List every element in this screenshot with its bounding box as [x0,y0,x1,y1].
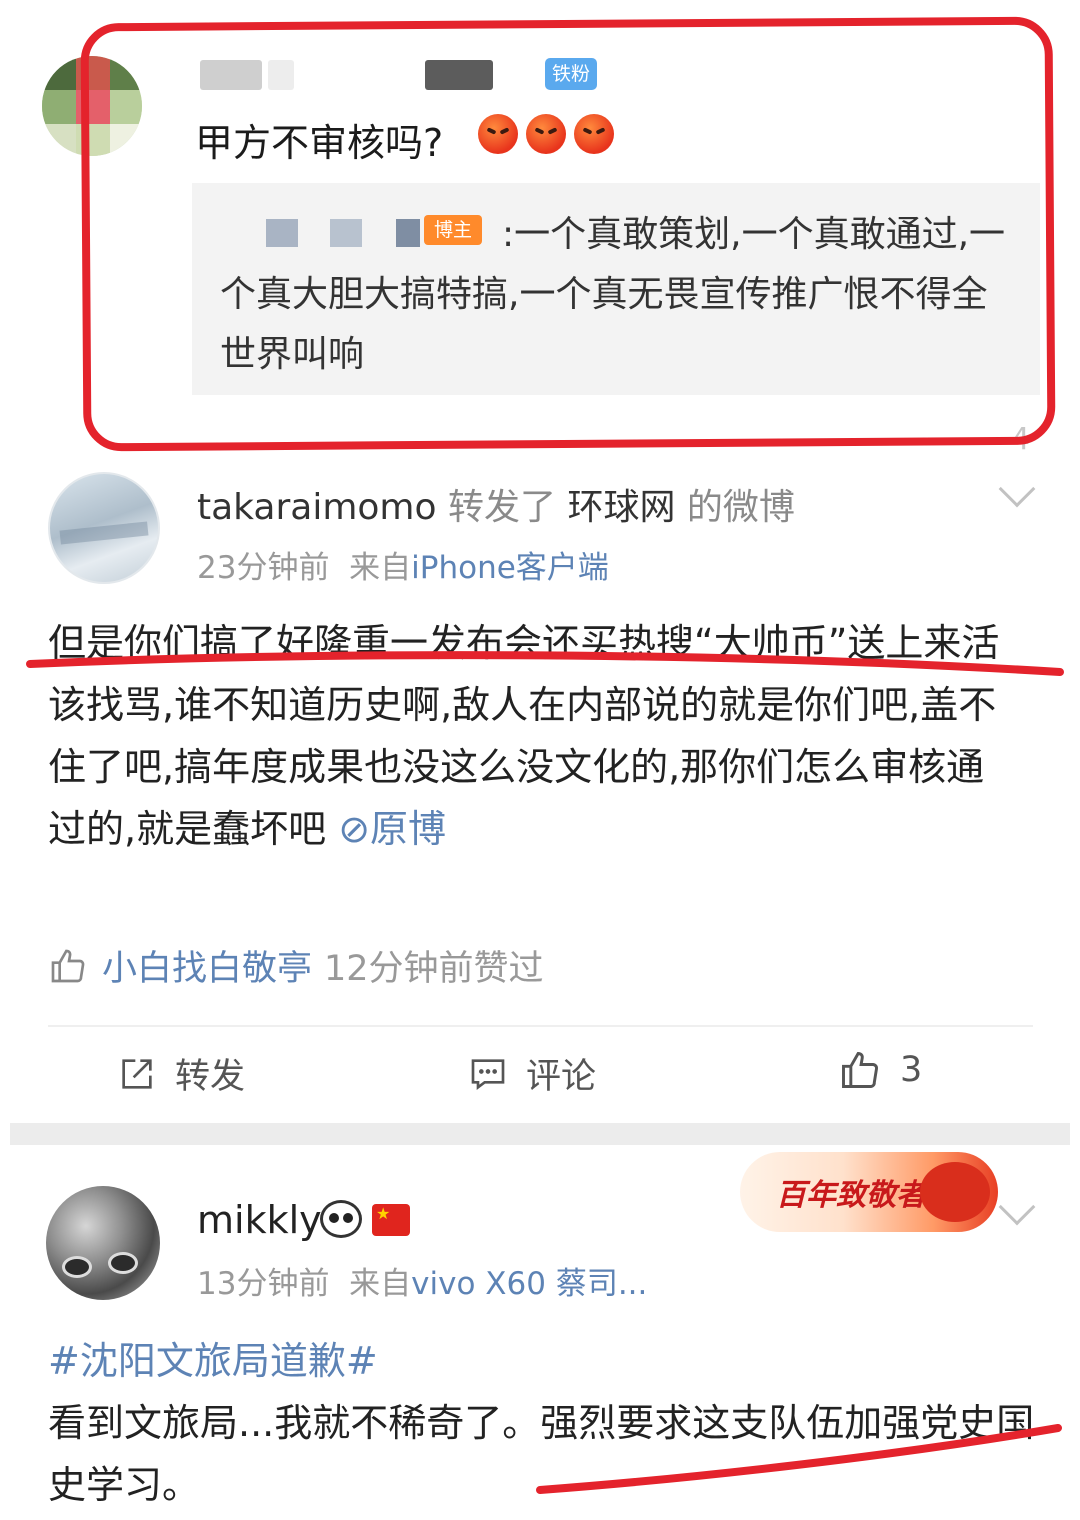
user-avatar[interactable] [48,472,160,584]
post-body: 但是你们搞了好隆重一发布会还买热搜“大帅币”送上来活该找骂,谁不知道历史啊,敌人… [48,612,1018,860]
liked-by-line: 小白找白敬亭 12分钟前赞过 [48,940,544,991]
china-flag-icon: ★ [372,1204,410,1236]
username-link[interactable]: takaraimomo [197,487,437,528]
post-meta: 23分钟前 来自iPhone客户端 [197,542,609,587]
post-meta: 13分钟前 来自vivo X60 蔡司... [197,1258,647,1303]
post-from-label: 来自 [349,1266,412,1302]
device-link[interactable]: iPhone客户端 [411,550,609,586]
original-post-link[interactable]: ⊘原博 [338,807,446,851]
comment-label: 评论 [526,1057,597,1097]
original-post-link-label: 原博 [370,807,447,851]
post-body-text: 但是你们搞了好隆重一发布会还买热搜“大帅币”送上来活该找骂,谁不知道历史啊,敌人… [48,621,1000,851]
repost-label: 转发了 [447,487,556,528]
repost-suffix: 的微博 [686,487,795,528]
post-action-bar: 转发 评论 3 [0,1048,1080,1104]
device-link[interactable]: vivo X60 蔡司... [411,1266,647,1302]
repost-icon [122,1058,152,1089]
like-count: 3 [900,1050,923,1090]
promo-banner[interactable]: 百年致敬者 [740,1152,998,1232]
repost-label: 转发 [175,1057,246,1097]
liked-by-user-link[interactable]: 小白找白敬亭 [102,940,312,991]
user-avatar[interactable] [46,1186,160,1300]
comment-icon [471,1058,505,1090]
liked-time: 12分钟前赞过 [324,949,544,989]
post-time: 23分钟前 [197,550,330,586]
red-highlight-frame [80,16,1056,452]
promo-banner-text: 百年致敬者 [776,1178,926,1213]
chevron-down-icon[interactable] [998,470,1036,508]
thumbs-up-icon [51,949,85,982]
post-header: takaraimomo 转发了 环球网 的微博 [197,478,795,530]
chevron-down-icon[interactable] [998,1188,1036,1226]
panda-icon [320,1200,362,1238]
source-account-link[interactable]: 环球网 [567,487,675,528]
username-link[interactable]: mikkly [197,1198,322,1242]
repost-button[interactable]: 转发 [117,1048,245,1099]
post-time: 13分钟前 [197,1266,330,1302]
like-button[interactable]: 3 [838,1048,922,1092]
divider [48,1025,1033,1027]
link-icon: ⊘ [338,807,371,851]
thumbs-up-icon [842,1052,878,1088]
post-body-text: 看到文旅局...我就不稀奇了。强烈要求这支队伍加强党史国史学习。 [48,1401,1035,1507]
section-separator [10,1123,1070,1145]
comment-button[interactable]: 评论 [468,1048,596,1099]
hashtag-link[interactable]: #沈阳文旅局道歉# [48,1330,378,1385]
post-from-label: 来自 [349,550,412,586]
